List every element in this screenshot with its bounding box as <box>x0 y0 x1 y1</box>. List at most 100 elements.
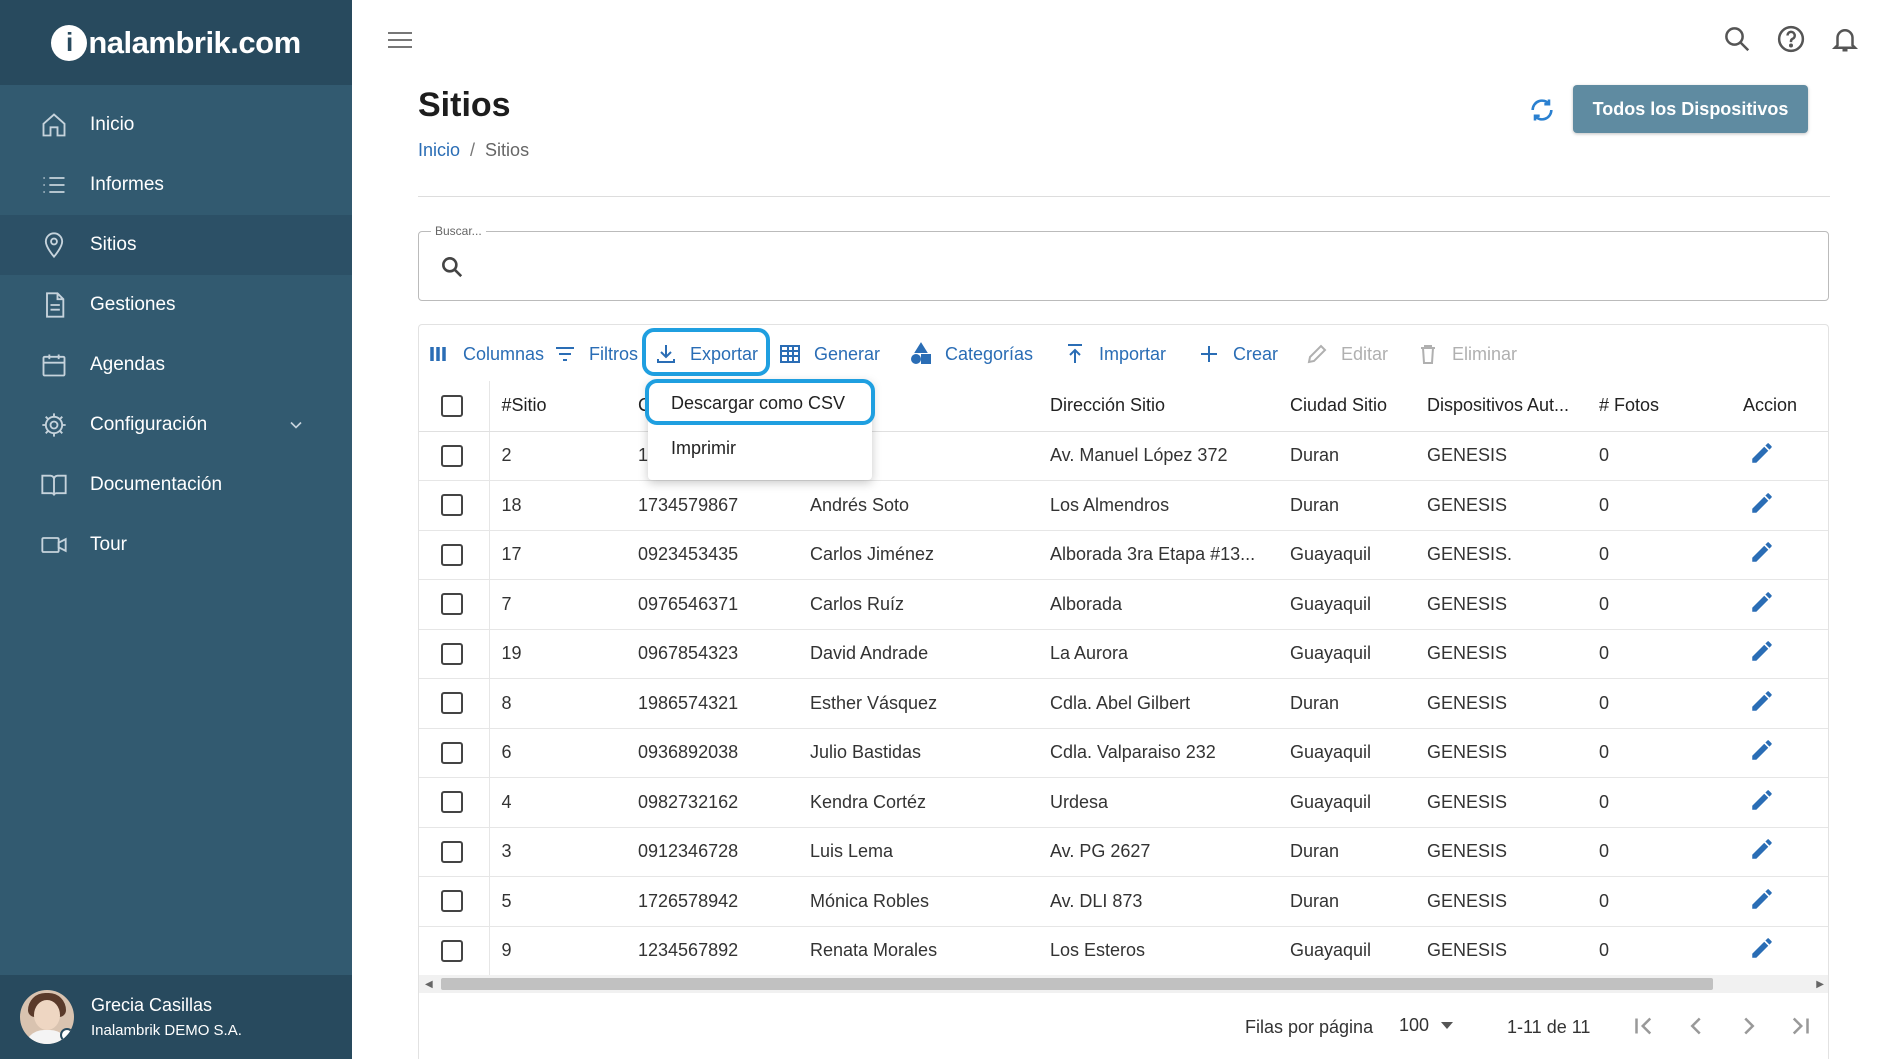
edit-button[interactable]: Editar <box>1305 341 1388 367</box>
cell-photos: 0 <box>1599 926 1699 976</box>
pencil-icon[interactable] <box>1749 492 1775 520</box>
column-header[interactable]: Accion <box>1699 381 1828 432</box>
pencil-icon[interactable] <box>1749 740 1775 767</box>
cell-name: Andrés Soto <box>810 480 1050 531</box>
sidebar-item-inicio[interactable]: Inicio <box>0 95 352 155</box>
table-row[interactable]: 18 1734579867 Andrés Soto Los Almendros Dura… <box>419 480 1828 531</box>
table-row[interactable]: 4 0982732162 Kendra Cortéz Urdesa Guayaquil G… <box>419 777 1828 828</box>
row-checkbox[interactable] <box>441 543 463 566</box>
search-icon[interactable] <box>1722 24 1752 54</box>
next-page-icon[interactable] <box>1734 1011 1764 1041</box>
sidebar-item-configuracion[interactable]: Configuración <box>0 395 352 455</box>
document-icon <box>40 291 68 319</box>
cell-devices: GENESIS. <box>1427 530 1599 580</box>
all-devices-button[interactable]: Todos los Dispositivos <box>1573 85 1808 133</box>
hamburger-menu-icon[interactable] <box>386 28 414 52</box>
cell-code: 0967854323 <box>638 629 810 679</box>
sidebar-item-tour[interactable]: Tour <box>0 515 352 575</box>
horizontal-scrollbar[interactable]: ◀ ▶ <box>419 975 1828 993</box>
table-row[interactable]: 7 0976546371 Carlos Ruíz Alborada Guayaquil G… <box>419 579 1828 630</box>
table-row[interactable]: 21PincayAv. Manuel López 372DuranGENESIS… <box>419 431 1828 481</box>
pencil-icon[interactable] <box>1749 591 1775 619</box>
row-checkbox[interactable] <box>441 444 463 467</box>
categories-button[interactable]: Categorías <box>909 341 1033 367</box>
row-checkbox[interactable] <box>441 593 463 616</box>
row-checkbox[interactable] <box>441 741 463 764</box>
row-select-cell <box>419 827 489 877</box>
delete-button[interactable]: Eliminar <box>1416 341 1517 367</box>
search-input[interactable] <box>479 250 1799 284</box>
cell-id: 17 <box>488 530 638 580</box>
cell-id: 8 <box>488 678 638 729</box>
breadcrumb-link-inicio[interactable]: Inicio <box>418 140 460 160</box>
select-all-checkbox[interactable] <box>441 394 463 417</box>
user-profile[interactable]: Grecia Casillas Inalambrik DEMO S.A. <box>0 975 352 1059</box>
table-row[interactable]: 9 1234567892 Renata Morales Los Esteros Guay… <box>419 926 1828 976</box>
table-row[interactable]: 3 0912346728 Luis Lema Av. PG 2627 Duran GENE… <box>419 827 1828 877</box>
pencil-icon[interactable] <box>1749 938 1775 965</box>
create-button[interactable]: Crear <box>1197 341 1278 367</box>
sidebar-item-sitios[interactable]: Sitios <box>0 215 352 275</box>
refresh-icon[interactable] <box>1528 96 1556 124</box>
pencil-icon[interactable] <box>1749 789 1775 817</box>
table-row[interactable]: 17 0923453435 Carlos Jiménez Alborada 3ra E… <box>419 530 1828 580</box>
filters-button[interactable]: Filtros <box>553 341 638 367</box>
app-logo[interactable]: i nalambrik.com <box>51 24 301 61</box>
sidebar-item-agendas[interactable]: Agendas <box>0 335 352 395</box>
edit-row-cell <box>1699 678 1828 729</box>
pencil-icon[interactable] <box>1749 443 1775 470</box>
rows-per-page-select[interactable]: 100 <box>1399 1015 1454 1036</box>
columns-button[interactable]: Columnas <box>427 341 544 367</box>
help-icon[interactable] <box>1776 24 1806 54</box>
edit-row-cell <box>1699 926 1828 976</box>
scroll-left-icon[interactable]: ◀ <box>425 979 433 990</box>
row-checkbox[interactable] <box>441 642 463 665</box>
pencil-icon[interactable] <box>1749 641 1775 668</box>
last-page-icon[interactable] <box>1785 1011 1815 1041</box>
row-checkbox[interactable] <box>441 840 463 863</box>
cell-id: 4 <box>488 777 638 828</box>
column-header[interactable]: # Fotos <box>1599 381 1699 432</box>
pencil-icon[interactable] <box>1749 542 1775 569</box>
bell-icon[interactable] <box>1830 24 1860 54</box>
table-row[interactable]: 8 1986574321 Esther Vásquez Cdla. Abel Gilb… <box>419 678 1828 729</box>
location-pin-icon <box>40 231 68 259</box>
cell-address: Los Almendros <box>1050 480 1290 531</box>
prev-page-icon[interactable] <box>1681 1011 1711 1041</box>
column-header[interactable]: Ciudad Sitio <box>1290 381 1427 432</box>
sidebar-item-label: Sitios <box>90 234 137 255</box>
column-header[interactable]: Dirección Sitio <box>1050 381 1290 432</box>
row-checkbox[interactable] <box>441 939 463 962</box>
sidebar-item-documentacion[interactable]: Documentación <box>0 455 352 515</box>
table-row[interactable]: 6 0936892038 Julio Bastidas Cdla. Valparais… <box>419 728 1828 778</box>
columns-icon <box>430 347 446 361</box>
row-checkbox[interactable] <box>441 494 463 517</box>
row-checkbox[interactable] <box>441 791 463 814</box>
edit-row-cell <box>1699 431 1828 481</box>
scroll-right-icon[interactable]: ▶ <box>1816 979 1824 990</box>
cell-name: Luis Lema <box>810 827 1050 877</box>
cell-city: Duran <box>1290 876 1427 927</box>
cell-name: Julio Bastidas <box>810 728 1050 778</box>
menu-item-print[interactable]: Imprimir <box>648 426 872 470</box>
row-checkbox[interactable] <box>441 890 463 913</box>
breadcrumb: Inicio / Sitios <box>418 140 529 161</box>
sidebar-item-informes[interactable]: Informes <box>0 155 352 215</box>
pencil-icon[interactable] <box>1749 839 1775 866</box>
column-header[interactable]: #Sitio <box>488 381 638 432</box>
table-row[interactable]: 19 0967854323 David Andrade La Aurora Guayaq… <box>419 629 1828 679</box>
scrollbar-thumb[interactable] <box>441 978 1713 990</box>
search-field[interactable]: Buscar... <box>418 224 1829 301</box>
column-header[interactable]: Dispositivos Aut... <box>1427 381 1599 432</box>
row-checkbox[interactable] <box>441 692 463 715</box>
first-page-icon[interactable] <box>1629 1011 1659 1041</box>
pencil-icon[interactable] <box>1749 690 1775 718</box>
chevron-down-icon[interactable] <box>286 415 306 441</box>
generate-button[interactable]: Generar <box>778 341 880 367</box>
table-row[interactable]: 5 1726578942 Mónica Robles Av. DLI 873 Duran… <box>419 876 1828 927</box>
cell-devices: GENESIS <box>1427 579 1599 630</box>
sidebar-item-gestiones[interactable]: Gestiones <box>0 275 352 335</box>
pencil-icon[interactable] <box>1749 888 1775 916</box>
import-button[interactable]: Importar <box>1063 341 1166 367</box>
edit-row-cell <box>1699 629 1828 679</box>
